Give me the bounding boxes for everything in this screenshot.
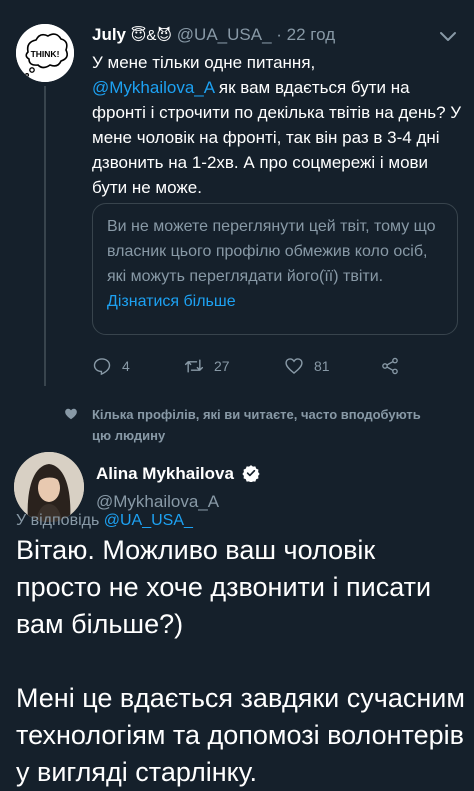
retweet-icon bbox=[184, 359, 204, 373]
social-context-line1: Кілька профілів, які ви читаєте, часто в… bbox=[92, 407, 421, 422]
heart-icon bbox=[65, 408, 77, 420]
avatar-think-bubble-icon: THINK! bbox=[16, 24, 74, 82]
more-options-button[interactable] bbox=[436, 24, 460, 48]
retweet-button[interactable]: 27 bbox=[184, 356, 230, 376]
reply-count: 4 bbox=[122, 358, 130, 374]
author-handle[interactable]: @Mykhailova_A bbox=[96, 492, 219, 512]
tweet-header: Alina Mykhailova bbox=[96, 463, 260, 485]
tweet-text: У мене тільки одне питання, @Mykhailova_… bbox=[92, 50, 462, 200]
share-button[interactable] bbox=[380, 356, 400, 376]
restricted-message: Ви не можете переглянути цей твіт, тому … bbox=[107, 218, 436, 285]
social-context: Кілька профілів, які ви читаєте, часто в… bbox=[65, 404, 474, 446]
author-name[interactable]: Alina Mykhailova bbox=[96, 464, 234, 483]
retweet-count: 27 bbox=[214, 358, 230, 374]
tweet-paragraph-1: Вітаю. Можливо ваш чоловік просто не хоч… bbox=[16, 535, 432, 639]
author-emojis: 😇&😈 bbox=[130, 27, 173, 44]
like-button[interactable]: 81 bbox=[284, 356, 330, 376]
author-name[interactable]: July bbox=[92, 25, 126, 44]
separator-dot: · bbox=[276, 25, 282, 44]
verified-badge-icon bbox=[242, 465, 260, 482]
restricted-quote-card: Ви не можете переглянути цей твіт, тому … bbox=[92, 203, 458, 335]
like-count: 81 bbox=[314, 358, 330, 374]
reply-prefix: У відповідь bbox=[16, 512, 100, 529]
social-context-line2: цю людину bbox=[92, 428, 166, 443]
avatar[interactable]: THINK! bbox=[16, 24, 74, 82]
avatar-text: THINK! bbox=[31, 49, 60, 59]
share-icon bbox=[382, 357, 398, 375]
tweet-paragraph-2: Мені це вдається завдяки сучасним технол… bbox=[16, 683, 465, 787]
author-handle[interactable]: @UA_USA_ bbox=[177, 25, 272, 44]
tweet-text-line1: У мене тільки одне питання, bbox=[92, 53, 316, 72]
reply-mention-link[interactable]: @UA_USA_ bbox=[104, 512, 193, 529]
tweet-actions: 4 27 81 bbox=[92, 356, 422, 380]
tweet-time[interactable]: 22 год bbox=[287, 25, 335, 44]
heart-icon bbox=[285, 358, 303, 374]
chevron-down-icon bbox=[440, 32, 456, 41]
reply-button[interactable]: 4 bbox=[92, 356, 130, 376]
thread-line bbox=[44, 86, 46, 386]
learn-more-link[interactable]: Дізнатися більше bbox=[107, 293, 236, 310]
tweet-text: Вітаю. Можливо ваш чоловік просто не хоч… bbox=[16, 532, 466, 791]
mention-link[interactable]: @Mykhailova_A bbox=[92, 78, 214, 97]
replying-to: У відповідь @UA_USA_ bbox=[16, 512, 193, 530]
reply-icon bbox=[93, 358, 111, 376]
tweet-header: July 😇&😈 @UA_USA_ · 22 год bbox=[92, 24, 335, 47]
